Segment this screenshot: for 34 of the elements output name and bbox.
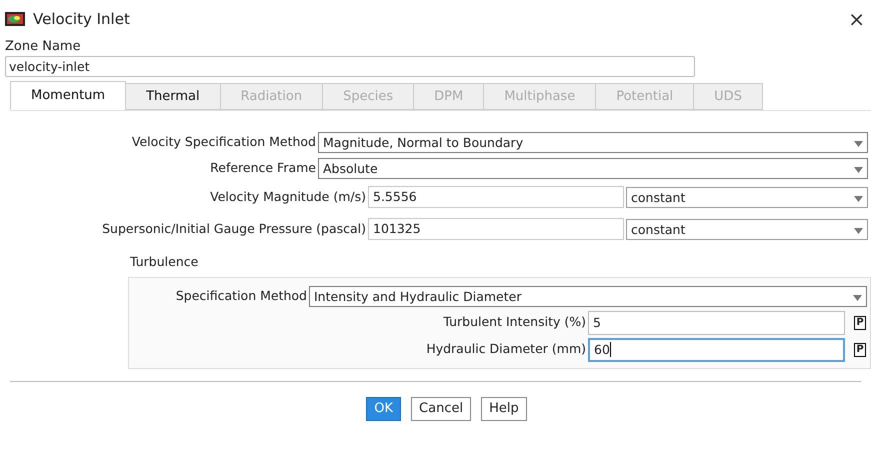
parameter-button[interactable]: P — [854, 316, 866, 330]
window-title: Velocity Inlet — [33, 8, 130, 30]
field-label: Turbulent Intensity (%) — [442, 313, 587, 332]
dialog-button[interactable]: Help — [481, 397, 527, 421]
parameter-button[interactable]: P — [854, 342, 866, 356]
dropdown-caret-icon — [853, 294, 862, 300]
field-label: Supersonic/Initial Gauge Pressure (pascal) — [101, 220, 367, 238]
dropdown[interactable]: Intensity and Hydraulic Diameter — [309, 286, 867, 306]
field-label: Hydraulic Diameter (mm) — [425, 340, 587, 358]
input-field[interactable]: 101325 — [368, 218, 624, 240]
input-field[interactable]: velocity-inlet — [5, 56, 695, 77]
input-field[interactable]: 5 — [588, 310, 845, 334]
tab[interactable]: Thermal — [125, 83, 221, 110]
dropdown[interactable]: constant — [626, 218, 868, 240]
app-logo-icon — [5, 12, 25, 26]
dropdown-caret-icon — [854, 140, 863, 146]
dropdown-caret-icon — [854, 196, 863, 202]
field-label: Specification Method — [174, 286, 308, 305]
tab[interactable]: Momentum — [10, 81, 126, 110]
dropdown[interactable]: Absolute — [318, 158, 868, 178]
dropdown[interactable]: Magnitude, Normal to Boundary — [318, 132, 868, 152]
field-label: Velocity Specification Method — [130, 132, 317, 151]
dropdown-caret-icon — [854, 166, 863, 172]
close-button[interactable]: × — [848, 9, 865, 29]
section-title: Turbulence — [130, 253, 200, 271]
dropdown-caret-icon — [854, 228, 863, 234]
dropdown[interactable]: constant — [626, 186, 868, 208]
field-label: Zone Name — [5, 38, 82, 56]
input-field[interactable]: 60 — [588, 338, 845, 362]
field-label: Velocity Magnitude (m/s) — [209, 188, 367, 206]
input-field[interactable]: 5.5556 — [368, 186, 624, 208]
field-label: Reference Frame — [209, 158, 317, 177]
dialog-button[interactable]: Cancel — [411, 397, 472, 421]
dialog-button[interactable]: OK — [366, 397, 402, 421]
